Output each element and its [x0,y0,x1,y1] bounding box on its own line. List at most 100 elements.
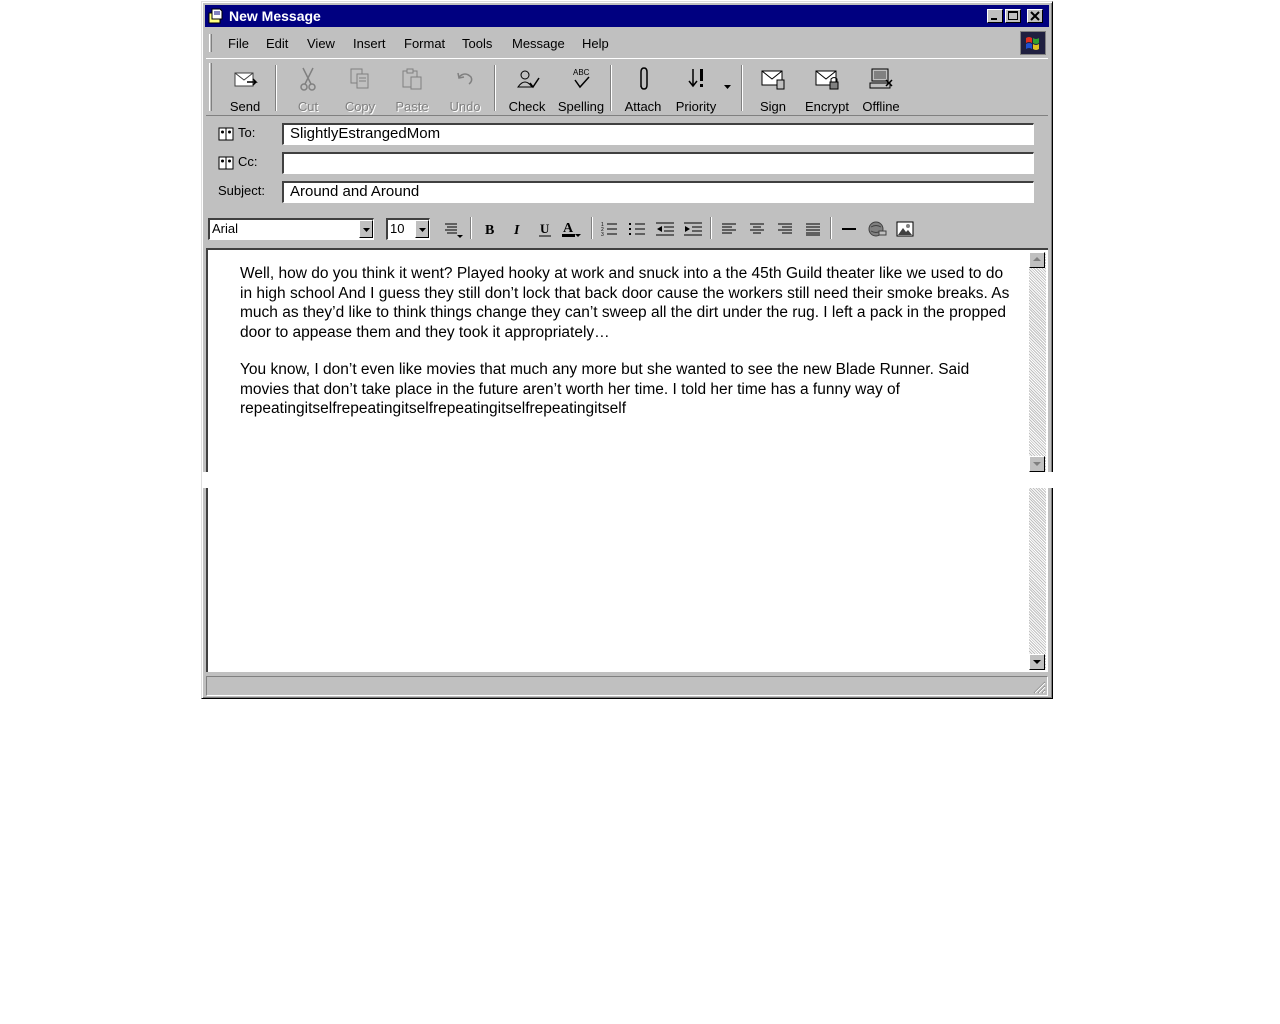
menu-file[interactable]: File [228,36,249,51]
justify-button[interactable] [802,219,824,239]
menubar-grip[interactable] [209,34,212,52]
underline-button[interactable]: U [534,219,556,239]
subject-field[interactable]: Around and Around [282,181,1034,203]
picture-icon [896,221,914,237]
menu-tools[interactable]: Tools [462,36,492,51]
svg-text:B: B [485,223,494,238]
new-message-window: New Message File Edit View Insert Format… [201,1,1054,699]
menu-format[interactable]: Format [404,36,445,51]
send-label: Send [229,99,261,114]
encrypt-button[interactable]: Encrypt [802,63,852,114]
sign-button[interactable]: Sign [752,63,794,114]
toolbar-separator [275,65,277,111]
compose-envelope-icon [208,8,223,24]
font-size-dropdown-button[interactable] [415,220,429,238]
font-dropdown-button[interactable] [359,220,373,238]
copy-button[interactable]: Copy [336,63,384,114]
bullet-list-icon [629,223,645,235]
arrow-up-icon [1033,257,1041,261]
menu-insert[interactable]: Insert [353,36,386,51]
toolbar-separator [494,65,496,111]
paste-icon [402,68,422,90]
scroll-down-button[interactable] [1029,456,1045,472]
menu-help[interactable]: Help [582,36,609,51]
offline-button[interactable]: Offline [858,63,904,114]
render-glitch-band [202,472,1054,488]
align-left-button[interactable] [718,219,740,239]
cc-field[interactable] [282,152,1034,174]
menu-edit[interactable]: Edit [266,36,288,51]
numbering-button[interactable]: 123 [598,219,620,239]
close-icon [1030,11,1040,21]
decrease-indent-icon [656,222,674,236]
increase-indent-icon [684,222,702,236]
send-button[interactable]: Send [220,63,270,114]
priority-button[interactable]: Priority [670,63,722,114]
scroll-down-button[interactable] [1029,654,1045,670]
toolbar-separator [741,65,743,111]
minimize-button[interactable] [987,9,1003,23]
window-title: New Message [229,8,321,24]
attach-label: Attach [624,99,662,114]
check-label: Check [508,99,546,114]
bullets-button[interactable] [626,219,648,239]
hyperlink-button[interactable] [866,219,888,239]
format-separator [830,217,832,239]
font-value: Arial [212,221,239,236]
title-bar[interactable]: New Message [205,5,1049,27]
attach-button[interactable]: Attach [618,63,668,114]
sign-icon [761,70,785,90]
cc-label-button[interactable]: Cc: [218,154,258,170]
maximize-button[interactable] [1005,9,1021,23]
scroll-up-button[interactable] [1029,252,1045,268]
priority-dropdown[interactable] [724,63,736,113]
decrease-indent-button[interactable] [654,219,676,239]
insert-picture-button[interactable] [894,219,916,239]
close-button[interactable] [1027,9,1043,23]
spelling-icon: ABC [573,68,590,89]
message-body-editor[interactable]: Well, how do you think it went? Played h… [206,248,1048,672]
formatting-toolbar: Arial 10 B I U A 123 [206,214,1048,244]
italic-icon: I [513,223,520,238]
align-center-button[interactable] [746,219,768,239]
chevron-down-icon [363,228,370,232]
paragraph-style-icon [445,223,463,238]
paste-button[interactable]: Paste [388,63,436,114]
bold-button[interactable]: B [478,219,500,239]
font-color-button[interactable]: A [560,219,582,239]
cc-label: Cc: [238,154,258,169]
undo-button[interactable]: Undo [442,63,488,114]
minimize-icon [991,18,997,20]
arrow-down-icon [1033,462,1041,466]
message-body-text[interactable]: Well, how do you think it went? Played h… [240,264,1012,437]
paperclip-icon [640,67,648,90]
spelling-button[interactable]: ABC Spelling [554,63,608,114]
align-right-button[interactable] [774,219,796,239]
menu-view[interactable]: View [307,36,335,51]
status-bar [206,676,1048,696]
underline-icon: U [539,221,551,237]
svg-text:3: 3 [601,232,604,238]
increase-indent-button[interactable] [682,219,704,239]
font-color-icon: A [562,221,581,237]
standard-toolbar: Send Cut Copy Paste Undo Check ABC Spell… [206,58,1048,116]
vertical-scrollbar[interactable] [1029,252,1046,670]
font-size-select[interactable]: 10 [386,218,430,240]
italic-button[interactable]: I [506,219,528,239]
priority-icon [688,69,703,88]
menu-bar: File Edit View Insert Format Tools Messa… [206,30,1048,56]
to-label-button[interactable]: To: [218,125,255,141]
cut-button[interactable]: Cut [284,63,332,114]
toolbar-grip[interactable] [209,63,212,111]
menu-message[interactable]: Message [512,36,565,51]
to-field[interactable]: SlightlyEstrangedMom [282,123,1034,145]
horizontal-line-button[interactable] [838,219,860,239]
spelling-label: Spelling [557,99,605,114]
svg-text:I: I [513,223,520,238]
resize-grip-icon[interactable] [1033,681,1046,694]
check-button[interactable]: Check [502,63,552,114]
check-names-icon [517,70,540,89]
font-select[interactable]: Arial [208,218,374,240]
paragraph-style-button[interactable] [442,219,464,239]
send-icon [234,72,258,87]
